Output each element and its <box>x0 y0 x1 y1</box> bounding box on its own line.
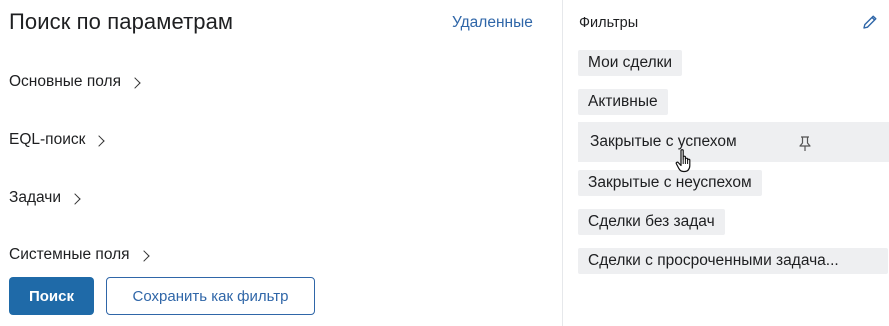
chevron-right-icon <box>93 135 106 147</box>
page-title: Поиск по параметрам <box>9 9 234 34</box>
section-main-fields[interactable]: Основные поля <box>9 73 141 91</box>
filter-chip-no-tasks[interactable]: Сделки без задач <box>578 209 725 235</box>
save-as-filter-button[interactable]: Сохранить как фильтр <box>106 277 315 315</box>
section-label: Основные поля <box>9 73 121 90</box>
pin-icon[interactable] <box>796 135 814 153</box>
filter-chip-closed-success[interactable]: Закрытые с успехом <box>578 122 889 162</box>
filters-panel: Фильтры Мои сделки Активные Закрытые с у… <box>563 0 889 326</box>
section-label: Системные поля <box>9 246 130 263</box>
section-label: EQL-поиск <box>9 131 86 148</box>
search-panel: Поиск по параметрам Удаленные Основные п… <box>0 0 562 326</box>
filter-chip-overdue-tasks[interactable]: Сделки с просроченными задача... <box>578 248 888 274</box>
filters-title: Фильтры <box>579 15 639 31</box>
section-system-fields[interactable]: Системные поля <box>9 246 150 264</box>
deleted-link[interactable]: Удаленные <box>452 14 533 32</box>
section-eql-search[interactable]: EQL-поиск <box>9 131 106 149</box>
pencil-icon[interactable] <box>860 12 880 32</box>
chevron-right-icon <box>69 193 81 205</box>
filter-chip-active[interactable]: Активные <box>578 89 668 115</box>
search-button[interactable]: Поиск <box>9 277 94 315</box>
filter-chip-my-deals[interactable]: Мои сделки <box>578 50 683 76</box>
section-tasks[interactable]: Задачи <box>9 189 81 207</box>
chevron-right-icon <box>129 77 141 89</box>
filter-chip-closed-fail[interactable]: Закрытые с неуспехом <box>578 170 762 196</box>
hand-pointer-icon <box>675 149 691 173</box>
chevron-right-icon <box>137 250 150 262</box>
section-label: Задачи <box>9 189 62 206</box>
